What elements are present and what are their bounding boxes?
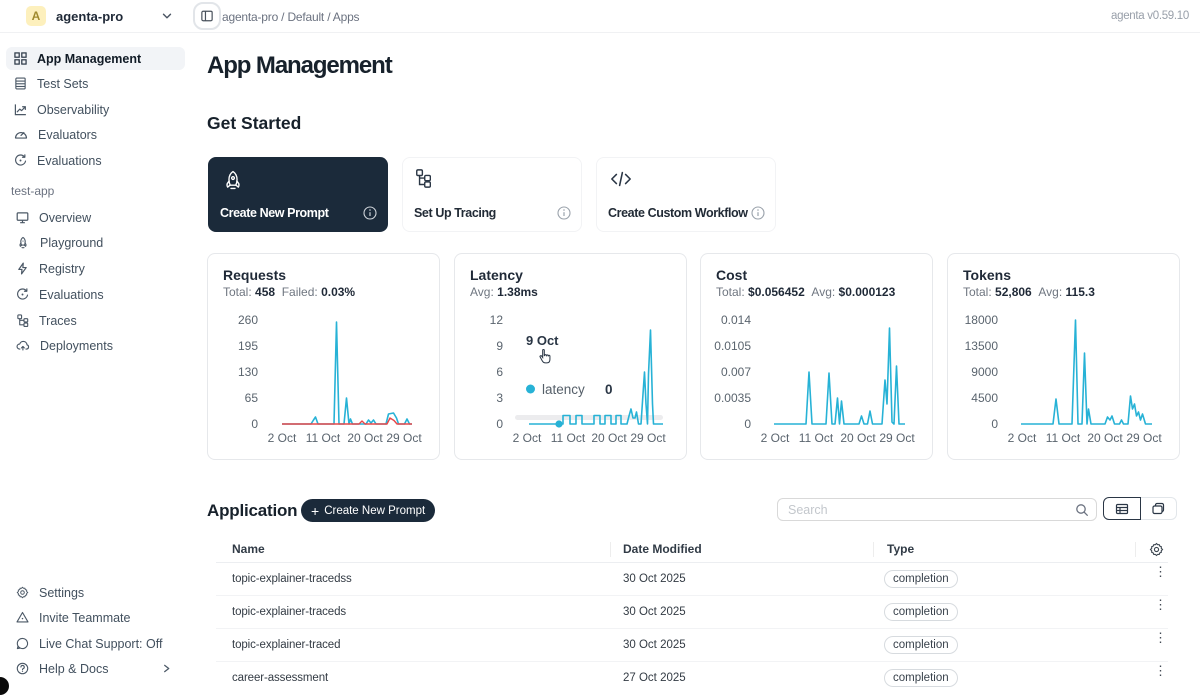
svg-text:20 Oct: 20 Oct bbox=[840, 431, 876, 445]
svg-text:6: 6 bbox=[496, 365, 503, 379]
svg-text:0: 0 bbox=[251, 417, 258, 431]
svg-text:11 Oct: 11 Oct bbox=[551, 431, 586, 445]
svg-text:9: 9 bbox=[496, 339, 503, 353]
svg-text:4500: 4500 bbox=[971, 391, 998, 405]
svg-text:20 Oct: 20 Oct bbox=[591, 431, 627, 445]
svg-text:9 Oct: 9 Oct bbox=[526, 333, 559, 348]
svg-text:9000: 9000 bbox=[971, 365, 998, 379]
svg-text:20 Oct: 20 Oct bbox=[1087, 431, 1123, 445]
svg-text:0.0035: 0.0035 bbox=[714, 391, 751, 405]
svg-text:13500: 13500 bbox=[965, 339, 999, 353]
svg-text:0.0105: 0.0105 bbox=[714, 339, 751, 353]
svg-text:11 Oct: 11 Oct bbox=[799, 431, 834, 445]
svg-text:0: 0 bbox=[744, 417, 751, 431]
svg-text:65: 65 bbox=[245, 391, 259, 405]
svg-text:2 Oct: 2 Oct bbox=[1008, 431, 1037, 445]
svg-text:11 Oct: 11 Oct bbox=[306, 431, 341, 445]
svg-text:2 Oct: 2 Oct bbox=[761, 431, 790, 445]
svg-text:12: 12 bbox=[490, 313, 504, 327]
svg-text:0: 0 bbox=[496, 417, 503, 431]
svg-text:3: 3 bbox=[496, 391, 503, 405]
svg-text:130: 130 bbox=[238, 365, 258, 379]
svg-text:2 Oct: 2 Oct bbox=[268, 431, 297, 445]
svg-text:latency: latency bbox=[542, 382, 585, 397]
svg-text:29 Oct: 29 Oct bbox=[386, 431, 422, 445]
svg-text:29 Oct: 29 Oct bbox=[879, 431, 915, 445]
svg-text:0.014: 0.014 bbox=[721, 313, 751, 327]
svg-text:0.007: 0.007 bbox=[721, 365, 751, 379]
svg-text:0: 0 bbox=[605, 382, 613, 397]
svg-text:18000: 18000 bbox=[965, 313, 999, 327]
svg-text:20 Oct: 20 Oct bbox=[347, 431, 383, 445]
svg-text:0: 0 bbox=[991, 417, 998, 431]
svg-text:260: 260 bbox=[238, 313, 258, 327]
svg-text:11 Oct: 11 Oct bbox=[1046, 431, 1081, 445]
svg-text:2 Oct: 2 Oct bbox=[513, 431, 542, 445]
svg-text:29 Oct: 29 Oct bbox=[630, 431, 666, 445]
svg-text:195: 195 bbox=[238, 339, 258, 353]
svg-text:29 Oct: 29 Oct bbox=[1126, 431, 1162, 445]
